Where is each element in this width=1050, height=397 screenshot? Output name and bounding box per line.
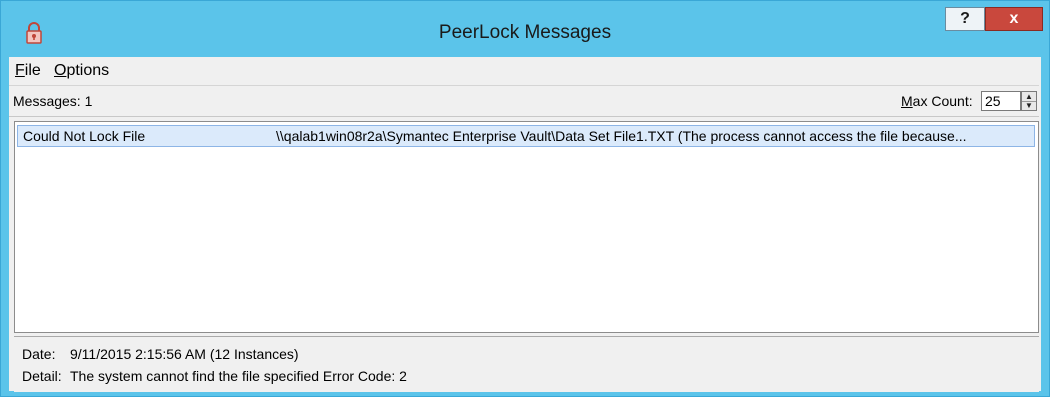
menu-options[interactable]: Options	[54, 57, 109, 85]
close-button[interactable]: x	[985, 7, 1043, 31]
list-item[interactable]: Could Not Lock File \\qalab1win08r2a\Sym…	[17, 125, 1035, 147]
menu-options-mnemonic: O	[54, 62, 67, 79]
help-button[interactable]: ?	[945, 7, 985, 31]
menu-options-label: ptions	[66, 62, 110, 79]
menu-file[interactable]: File	[15, 57, 41, 85]
title-bar[interactable]: PeerLock Messages ? x	[1, 1, 1049, 57]
status-toolbar: Messages: 1 Max Count: 25 ▲ ▼	[9, 85, 1039, 117]
max-count-label-text: ax Count:	[912, 93, 973, 109]
date-label: Date:	[22, 346, 56, 362]
message-path: \\qalab1win08r2a\Symantec Enterprise Vau…	[276, 128, 967, 144]
max-count-mnemonic: M	[901, 93, 913, 109]
max-count-spinner[interactable]: ▲ ▼	[1021, 91, 1037, 111]
messages-list[interactable]: Could Not Lock File \\qalab1win08r2a\Sym…	[14, 121, 1039, 333]
window-title: PeerLock Messages	[438, 22, 612, 43]
max-count-input[interactable]: 25	[981, 91, 1021, 111]
max-count-label: Max Count:	[901, 86, 973, 116]
date-value: 9/11/2015 2:15:56 AM (12 Instances)	[70, 346, 299, 362]
message-type: Could Not Lock File	[23, 128, 146, 144]
peerlock-messages-window: PeerLock Messages ? x File Options Messa…	[0, 0, 1050, 397]
details-panel: Date: 9/11/2015 2:15:56 AM (12 Instances…	[14, 336, 1039, 392]
messages-count: Messages: 1	[13, 93, 93, 109]
menu-file-mnemonic: F	[15, 62, 25, 79]
spin-down-icon[interactable]: ▼	[1022, 101, 1036, 110]
detail-value: The system cannot find the file specifie…	[70, 368, 407, 384]
detail-label: Detail:	[22, 368, 62, 384]
menu-bar: File Options	[9, 57, 1041, 85]
menu-file-label: ile	[24, 62, 41, 79]
client-area: File Options Messages: 1 Max Count: 25 ▲…	[9, 57, 1041, 392]
